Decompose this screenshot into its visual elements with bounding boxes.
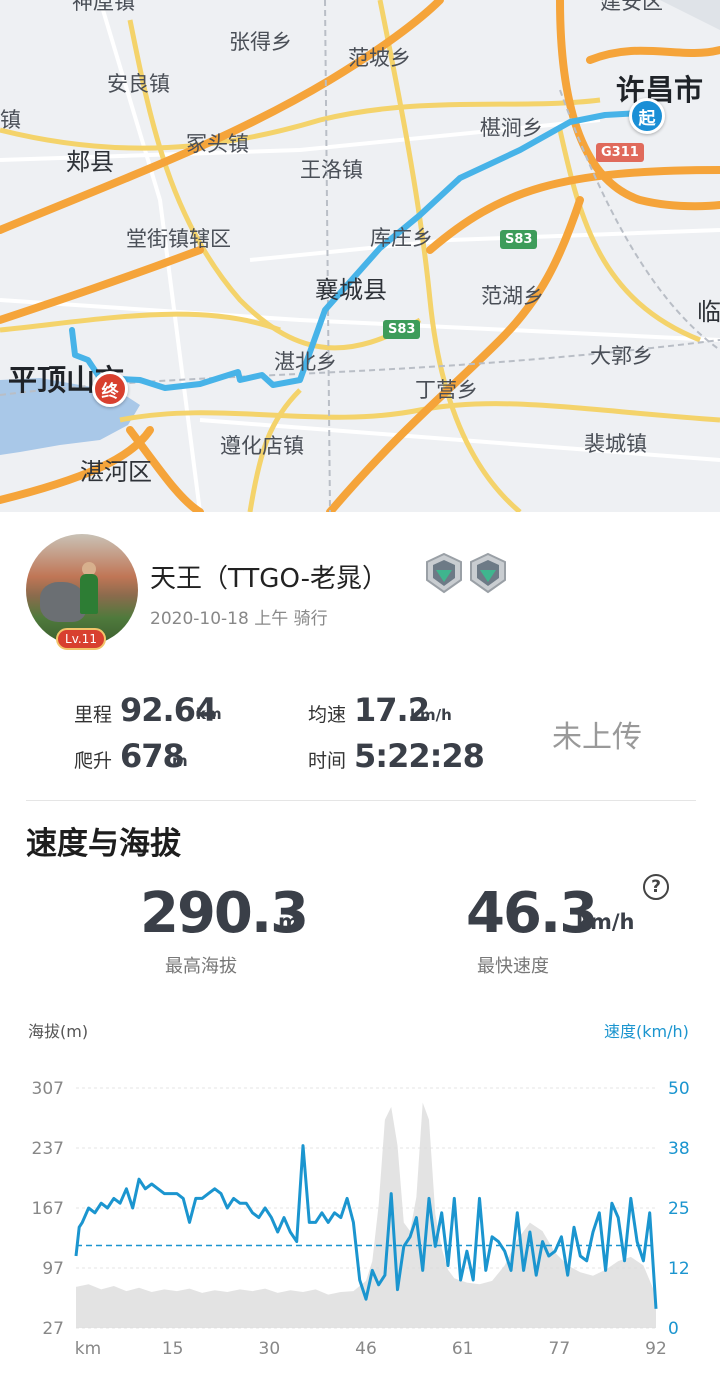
climb-unit: m [172,752,188,770]
map-label: 库庄乡 [370,226,433,250]
user-card: Lv.11 天王（TTGO-老晁） 2020-10-18 上午 骑行 [0,512,720,652]
chart-plot: 307 50 237 38 167 25 97 12 27 0 km 15 30 46 61 77 92 [32,1079,690,1359]
distance-label: 里程 [74,704,113,726]
time-label: 时间 [308,750,347,772]
x-tick: 61 [452,1339,474,1359]
help-icon[interactable]: ? [643,874,669,900]
section-title: 速度与海拔 [26,826,181,862]
map-label: 许昌市 [616,73,704,107]
time-value: 5:22:28 [354,737,485,775]
highway-shield-s83: S83 [500,230,538,249]
y-right-tick: 0 [668,1319,679,1339]
map-label: 建安区 [600,0,663,14]
medal-icon[interactable] [468,552,508,594]
y-left-tick: 237 [32,1139,64,1159]
highway-shield-g311: G311 [596,143,644,162]
x-tick: 46 [355,1339,377,1359]
map-label: 范湖乡 [481,284,544,308]
y-left-tick: 307 [32,1079,64,1099]
map-label: 湛河区 [80,458,152,486]
map-label: 遵化店镇 [220,434,304,458]
map-label: 郏县 [66,148,114,176]
max-altitude-unit: m [278,910,300,934]
map-label: 安良镇 [107,72,170,96]
map-label: 丁营乡 [415,378,478,402]
map-label: 镇 [0,108,21,132]
route-end-marker[interactable]: 终 [92,371,128,407]
climb-label: 爬升 [74,750,113,772]
map-label: 张得乡 [229,30,292,54]
map-label: 裴城镇 [584,432,647,456]
map-label: 范坡乡 [348,46,411,70]
x-tick: 77 [549,1339,571,1359]
x-tick: 30 [259,1339,281,1359]
y-right-tick: 12 [668,1259,690,1279]
avg-speed-label: 均速 [308,704,347,726]
map-label: 襄城县 [315,276,387,304]
route-map[interactable]: 神垕镇 张得乡 范坡乡 建安区 安良镇 许昌市 镇 椹涧乡 郏县 冢头镇 王洛镇… [0,0,720,512]
map-label: 神垕镇 [72,0,135,14]
max-speed-unit: km/h [576,910,635,934]
map-label: 大郭乡 [590,344,653,368]
upload-status[interactable]: 未上传 [552,712,642,756]
max-altitude-label: 最高海拔 [165,956,237,977]
map-label: 湛北乡 [274,350,337,374]
x-tick: 15 [162,1339,184,1359]
level-badge: Lv.11 [56,628,106,650]
map-label: 冢头镇 [186,132,249,156]
divider [26,800,696,801]
distance-unit: km [196,705,222,723]
avg-speed-unit: km/h [410,706,452,724]
map-label: 临 [697,298,720,326]
user-name[interactable]: 天王（TTGO-老晁） [150,558,388,595]
activity-meta: 2020-10-18 上午 骑行 [150,609,328,629]
x-tick: 92 [645,1339,667,1359]
max-speed-label: 最快速度 [477,956,549,977]
y-right-tick: 50 [668,1079,690,1099]
highway-shield-s83: S83 [383,320,421,339]
route-start-marker[interactable]: 起 [629,98,665,134]
map-label: 王洛镇 [300,158,363,182]
map-label: 椹涧乡 [480,116,543,140]
y-right-tick: 38 [668,1139,690,1159]
map-label: 堂街镇辖区 [126,227,231,251]
speed-altitude-chart[interactable]: 海拔(m) 速度(km/h) 307 50 237 38 167 25 97 12 27 0 km 1… [0,1010,720,1385]
y-right-tick: 25 [668,1199,690,1219]
y-left-tick: 27 [42,1319,64,1339]
y-left-tick: 97 [42,1259,64,1279]
x-tick: km [75,1339,101,1359]
y-left-tick: 167 [32,1199,64,1219]
medal-icon[interactable] [424,552,464,594]
